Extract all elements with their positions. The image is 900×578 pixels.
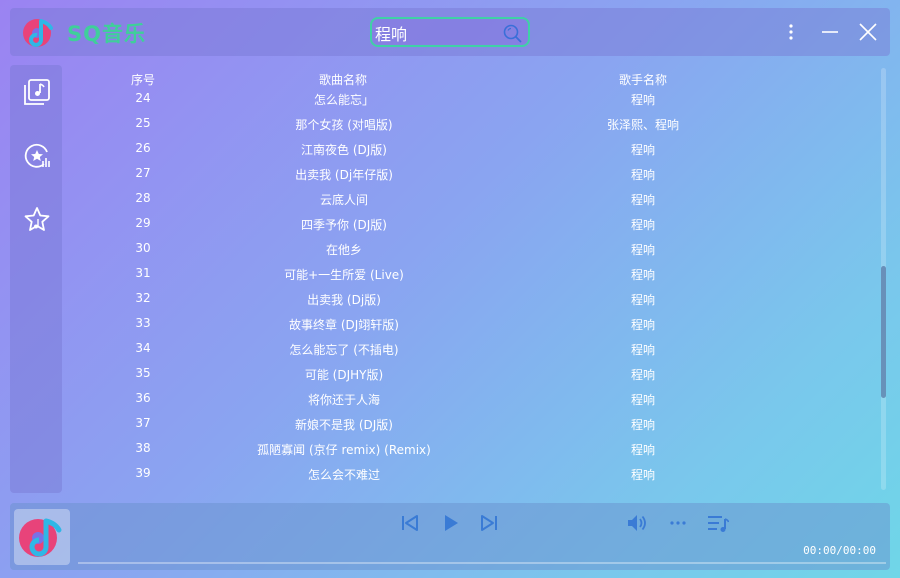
favorite-star-icon[interactable] (23, 206, 51, 234)
artist-name: 程响 (630, 443, 656, 457)
close-icon[interactable] (857, 21, 879, 43)
artist-name: 程响 (630, 368, 656, 382)
more-vertical-icon[interactable] (780, 21, 802, 43)
app-logo-icon (23, 19, 53, 47)
song-title: 新娘不是我 (DJ版) (295, 418, 393, 432)
song-number: 24 (135, 91, 151, 105)
song-number: 25 (135, 116, 151, 130)
table-row[interactable]: 33 故事终章 (DJ翊轩版) 程响 (72, 311, 872, 336)
music-note-icon[interactable] (23, 78, 51, 106)
song-number: 27 (135, 166, 151, 180)
table-row[interactable]: 26 江南夜色 (DJ版) 程响 (72, 136, 872, 161)
table-row[interactable]: 38 孤陋寡闻 (京仔 remix) (Remix) 程响 (72, 436, 872, 461)
song-title: 在他乡 (325, 243, 363, 257)
title-bar: SQ音乐 (10, 8, 890, 56)
table-row[interactable]: 24 怎么能忘」 程响 (72, 91, 872, 111)
song-title: 出卖我 (Dj年仔版) (295, 168, 393, 182)
song-number: 35 (135, 366, 151, 380)
artist-name: 张泽熙、程响 (606, 118, 680, 132)
more-horizontal-icon[interactable] (667, 512, 689, 534)
minimize-icon[interactable] (819, 21, 841, 43)
artist-name: 程响 (630, 93, 656, 107)
radio-star-icon[interactable] (23, 142, 51, 170)
column-header-song[interactable]: 歌曲名称 (319, 71, 367, 88)
song-number: 37 (135, 416, 151, 430)
artist-name: 程响 (630, 143, 656, 157)
song-number: 26 (135, 141, 151, 155)
artist-name: 程响 (630, 468, 656, 482)
play-icon[interactable] (440, 512, 462, 534)
artist-name: 程响 (630, 318, 656, 332)
song-title: 四季予你 (DJ版) (301, 218, 387, 232)
previous-icon[interactable] (399, 512, 421, 534)
table-row[interactable]: 29 四季予你 (DJ版) 程响 (72, 211, 872, 236)
music-disc-icon (19, 518, 62, 557)
song-title: 怎么会不难过 (307, 468, 381, 482)
song-title: 可能+一生所爱 (Live) (284, 268, 404, 282)
table-row[interactable]: 34 怎么能忘了 (不插电) 程响 (72, 336, 872, 361)
search-icon[interactable] (502, 23, 522, 43)
album-cover[interactable] (14, 509, 70, 565)
song-title: 将你还于人海 (307, 393, 381, 407)
song-number: 31 (135, 266, 151, 280)
song-number: 30 (135, 241, 151, 255)
column-header-artist[interactable]: 歌手名称 (619, 71, 667, 88)
artist-name: 程响 (630, 393, 656, 407)
song-number: 28 (135, 191, 151, 205)
table-row[interactable]: 30 在他乡 程响 (72, 236, 872, 261)
artist-name: 程响 (630, 168, 656, 182)
volume-icon[interactable] (626, 512, 648, 534)
song-number: 32 (135, 291, 151, 305)
table-row[interactable]: 27 出卖我 (Dj年仔版) 程响 (72, 161, 872, 186)
scrollbar-thumb[interactable] (881, 266, 886, 398)
song-title: 出卖我 (Dj版) (307, 293, 381, 307)
scrollbar[interactable] (881, 68, 886, 490)
song-number: 36 (135, 391, 151, 405)
column-header-no[interactable]: 序号 (131, 71, 155, 88)
progress-bar[interactable] (78, 562, 886, 564)
player-bar: 00:00/00:00 (10, 503, 890, 570)
table-row[interactable]: 28 云底人间 程响 (72, 186, 872, 211)
artist-name: 程响 (630, 193, 656, 207)
artist-name: 程响 (630, 218, 656, 232)
table-row[interactable]: 37 新娘不是我 (DJ版) 程响 (72, 411, 872, 436)
table-row[interactable]: 40可能 (DJ版)程响 (72, 486, 872, 491)
song-title: 那个女孩 (对唱版) (295, 118, 393, 132)
song-number: 38 (135, 441, 151, 455)
song-number: 39 (135, 466, 151, 480)
song-title: 江南夜色 (DJ版) (301, 143, 387, 157)
song-title: 怎么能忘了 (不插电) (289, 343, 399, 357)
song-list-panel: 序号 歌曲名称 歌手名称 24 怎么能忘」 程响 25 那个女孩 (对唱版) 张泽熙、程响… (72, 65, 890, 495)
song-title: 可能 (DJHY版) (304, 368, 384, 382)
song-title: 孤陋寡闻 (京仔 remix) (Remix) (257, 443, 431, 457)
table-row[interactable]: 35 可能 (DJHY版) 程响 (72, 361, 872, 386)
artist-name: 程响 (630, 293, 656, 307)
search-box[interactable] (370, 17, 530, 47)
song-title: 怎么能忘」 (313, 93, 375, 107)
song-number: 33 (135, 316, 151, 330)
table-row[interactable]: 39 怎么会不难过 程响 (72, 461, 872, 486)
table-row[interactable]: 32 出卖我 (Dj版) 程响 (72, 286, 872, 311)
song-number: 29 (135, 216, 151, 230)
next-icon[interactable] (478, 512, 500, 534)
artist-name: 程响 (630, 343, 656, 357)
artist-name: 程响 (630, 243, 656, 257)
artist-name: 程响 (630, 418, 656, 432)
table-row[interactable]: 31 可能+一生所爱 (Live) 程响 (72, 261, 872, 286)
song-title: 故事终章 (DJ翊轩版) (289, 318, 399, 332)
playback-time: 00:00/00:00 (803, 544, 876, 557)
search-input[interactable] (375, 22, 499, 44)
playlist-icon[interactable] (707, 512, 729, 534)
song-list[interactable]: 24 怎么能忘」 程响 25 那个女孩 (对唱版) 张泽熙、程响 26 江南夜色 (DJ版) 程… (72, 91, 872, 491)
song-title: 云底人间 (319, 193, 369, 207)
artist-name: 程响 (630, 268, 656, 282)
table-row[interactable]: 25 那个女孩 (对唱版) 张泽熙、程响 (72, 111, 872, 136)
song-number: 34 (135, 341, 151, 355)
table-row[interactable]: 36 将你还于人海 程响 (72, 386, 872, 411)
sidebar (10, 65, 62, 493)
app-title: SQ音乐 (67, 22, 146, 46)
